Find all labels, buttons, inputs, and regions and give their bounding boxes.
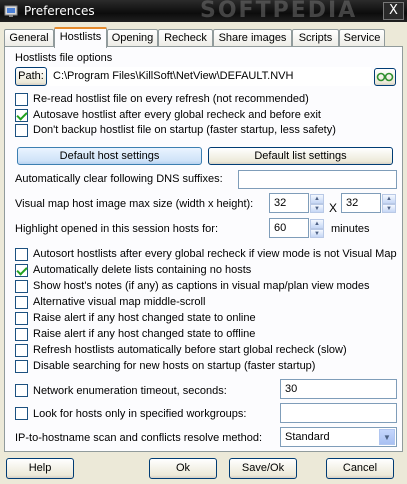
tab-strip: General Hostlists Opening Recheck Share … xyxy=(4,27,404,48)
preferences-window: Preferences SOFTPEDIA X General Hostlist… xyxy=(0,0,407,484)
autosort-label: Autosort hostlists after every global re… xyxy=(33,248,397,260)
map-width-input[interactable]: 32 xyxy=(269,193,309,213)
ip-resolve-select[interactable]: Standard ▼ xyxy=(280,427,397,447)
hostlists-panel: Hostlists file options Path: C:\Program … xyxy=(4,46,403,452)
default-host-settings-button[interactable]: Default host settings xyxy=(17,147,202,165)
map-height-spinner[interactable]: ▲ ▼ xyxy=(382,194,396,213)
hostlist-path-field[interactable]: C:\Program Files\KillSoft\NetView\DEFAUL… xyxy=(48,67,371,86)
browse-folder-button[interactable] xyxy=(374,68,396,86)
watermark-top: SOFTPEDIA xyxy=(200,0,358,23)
autosave-hostlist-label: Autosave hostlist after every global rec… xyxy=(33,109,321,121)
alert-offline-checkbox[interactable] xyxy=(15,328,28,341)
refresh-before-recheck-checkbox[interactable] xyxy=(15,344,28,357)
dns-suffixes-input[interactable] xyxy=(238,170,397,189)
tab-general[interactable]: General xyxy=(4,29,54,47)
spin-up-icon[interactable]: ▲ xyxy=(310,194,324,204)
map-height-input[interactable]: 32 xyxy=(341,193,381,213)
alert-online-checkbox[interactable] xyxy=(15,312,28,325)
tab-share-images[interactable]: Share images xyxy=(213,29,292,47)
visual-map-size-label: Visual map host image max size (width x … xyxy=(15,198,254,210)
tab-recheck[interactable]: Recheck xyxy=(158,29,213,47)
network-timeout-label: Network enumeration timeout, seconds: xyxy=(33,385,227,397)
network-timeout-checkbox[interactable] xyxy=(15,384,28,397)
size-separator: X xyxy=(329,201,338,215)
highlight-spinner[interactable]: ▲ ▼ xyxy=(310,219,324,238)
path-button[interactable]: Path: xyxy=(15,67,47,86)
ok-button[interactable]: Ok xyxy=(149,458,217,479)
disable-startup-search-label: Disable searching for new hosts on start… xyxy=(33,360,316,372)
title-bar[interactable]: Preferences SOFTPEDIA X xyxy=(0,0,407,23)
spin-down-icon[interactable]: ▼ xyxy=(382,203,396,213)
tab-scripts[interactable]: Scripts xyxy=(292,29,339,47)
cancel-button[interactable]: Cancel xyxy=(326,458,394,479)
workgroups-input[interactable] xyxy=(280,403,397,423)
highlight-label: Highlight opened in this session hosts f… xyxy=(15,223,219,235)
network-timeout-input[interactable]: 30 xyxy=(280,379,397,399)
spin-up-icon[interactable]: ▲ xyxy=(382,194,396,204)
hostlists-file-group-label: Hostlists file options xyxy=(15,52,113,64)
delete-empty-lists-label: Automatically delete lists containing no… xyxy=(33,264,252,276)
save-ok-button[interactable]: Save/Ok xyxy=(229,458,297,479)
chevron-down-icon[interactable]: ▼ xyxy=(379,429,395,445)
show-notes-label: Show host's notes (if any) as captions i… xyxy=(33,280,370,292)
alt-middle-scroll-label: Alternative visual map middle-scroll xyxy=(33,296,206,308)
dns-suffixes-label: Automatically clear following DNS suffix… xyxy=(15,173,223,185)
tab-hostlists[interactable]: Hostlists xyxy=(54,27,107,48)
reread-hostlist-checkbox[interactable] xyxy=(15,93,28,106)
no-backup-checkbox[interactable] xyxy=(15,124,28,137)
delete-empty-lists-checkbox[interactable] xyxy=(15,264,28,277)
alert-online-label: Raise alert if any host changed state to… xyxy=(33,312,256,324)
ip-resolve-label: IP-to-hostname scan and conflicts resolv… xyxy=(15,432,263,444)
map-width-spinner[interactable]: ▲ ▼ xyxy=(310,194,324,213)
alert-offline-label: Raise alert if any host changed state to… xyxy=(33,328,256,340)
spin-down-icon[interactable]: ▼ xyxy=(310,228,324,238)
close-button[interactable]: X xyxy=(383,2,404,20)
spin-down-icon[interactable]: ▼ xyxy=(310,203,324,213)
no-backup-label: Don't backup hostlist file on startup (f… xyxy=(33,124,336,136)
window-title: Preferences xyxy=(24,4,95,18)
workgroups-label: Look for hosts only in specified workgro… xyxy=(33,408,247,420)
default-list-settings-button[interactable]: Default list settings xyxy=(208,147,393,165)
tab-service[interactable]: Service xyxy=(339,29,385,47)
refresh-before-recheck-label: Refresh hostlists automatically before s… xyxy=(33,344,347,356)
spin-up-icon[interactable]: ▲ xyxy=(310,219,324,229)
highlight-minutes-input[interactable]: 60 xyxy=(269,218,309,238)
help-button[interactable]: Help xyxy=(6,458,74,479)
tab-opening[interactable]: Opening xyxy=(107,29,158,47)
show-notes-checkbox[interactable] xyxy=(15,280,28,293)
minutes-unit-label: minutes xyxy=(331,223,370,235)
autosave-hostlist-checkbox[interactable] xyxy=(15,109,28,122)
netview-app-icon xyxy=(4,5,18,17)
browse-folder-icon xyxy=(376,72,394,82)
workgroups-checkbox[interactable] xyxy=(15,407,28,420)
autosort-checkbox[interactable] xyxy=(15,248,28,261)
alt-middle-scroll-checkbox[interactable] xyxy=(15,296,28,309)
disable-startup-search-checkbox[interactable] xyxy=(15,360,28,373)
ip-resolve-selected-value: Standard xyxy=(285,431,330,443)
reread-hostlist-label: Re-read hostlist file on every refresh (… xyxy=(33,93,309,105)
